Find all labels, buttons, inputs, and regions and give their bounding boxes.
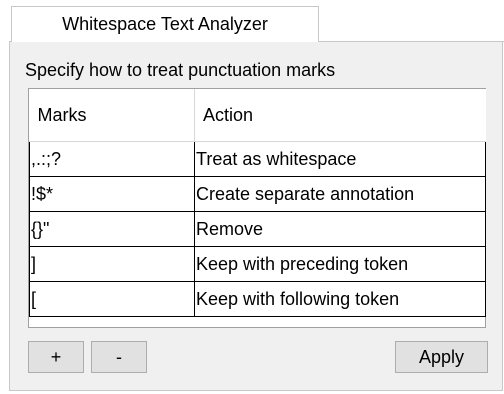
action-cell[interactable]: Keep with following token [194, 281, 486, 317]
table-row[interactable]: {}" Remove [29, 211, 486, 247]
column-header-action[interactable]: Action [194, 89, 486, 142]
table-row[interactable]: !$* Create separate annotation [29, 176, 486, 212]
action-cell[interactable]: Treat as whitespace [194, 141, 486, 177]
action-cell[interactable]: Create separate annotation [194, 176, 486, 212]
marks-cell[interactable]: ,.:;? [29, 141, 195, 177]
table-row[interactable]: [ Keep with following token [29, 281, 486, 317]
analyzer-panel: Specify how to treat punctuation marks M… [9, 41, 503, 391]
marks-cell[interactable]: ] [29, 246, 195, 282]
tab-whitespace-text-analyzer[interactable]: Whitespace Text Analyzer [11, 6, 319, 42]
table-row[interactable]: ,.:;? Treat as whitespace [29, 141, 486, 177]
action-cell[interactable]: Keep with preceding token [194, 246, 486, 282]
apply-button[interactable]: Apply [395, 341, 488, 373]
punctuation-table[interactable]: Marks Action ,.:;? Treat as whitespace !… [28, 88, 486, 328]
table-row[interactable]: ] Keep with preceding token [29, 246, 486, 282]
remove-row-button[interactable]: - [91, 341, 147, 373]
add-row-button[interactable]: + [28, 341, 84, 373]
punctuation-grid: Marks Action ,.:;? Treat as whitespace !… [29, 89, 486, 317]
instruction-label: Specify how to treat punctuation marks [25, 60, 336, 80]
table-header-row: Marks Action [29, 89, 486, 142]
column-header-marks[interactable]: Marks [29, 89, 195, 142]
marks-cell[interactable]: [ [29, 281, 195, 317]
marks-cell[interactable]: !$* [29, 176, 195, 212]
tab-label: Whitespace Text Analyzer [62, 14, 268, 34]
action-cell[interactable]: Remove [194, 211, 486, 247]
marks-cell[interactable]: {}" [29, 211, 195, 247]
